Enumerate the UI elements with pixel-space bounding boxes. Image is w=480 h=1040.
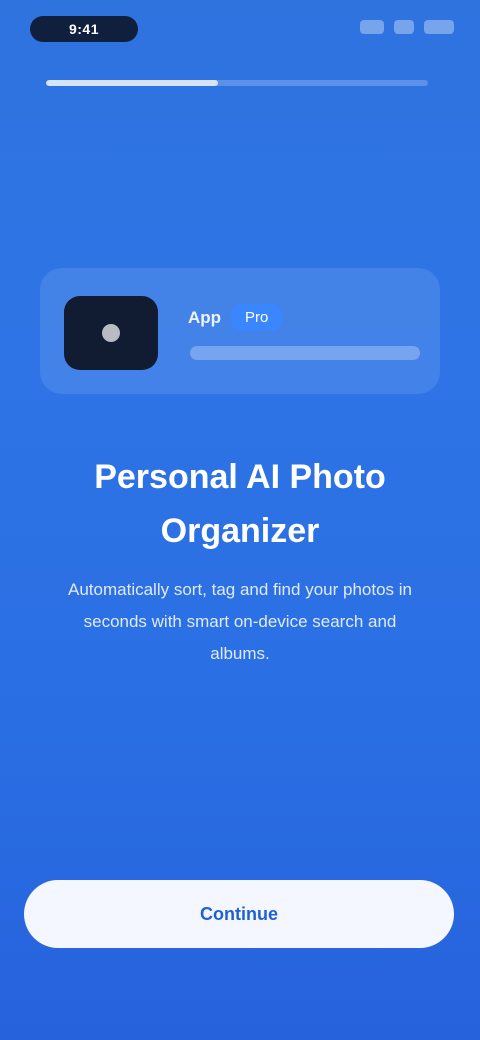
app-tag-badge: Pro <box>231 304 283 331</box>
app-card: App Pro <box>40 268 440 394</box>
onboarding-headline: Personal AI Photo Organizer <box>94 458 386 550</box>
onboarding-description: Automatically sort, tag and find your ph… <box>68 580 412 663</box>
battery-icon <box>424 20 454 34</box>
app-logo-icon <box>64 296 158 370</box>
continue-button[interactable]: Continue <box>24 880 454 948</box>
progress-fill <box>46 80 218 86</box>
onboarding-screen: 9:41 App Pro Personal AI Photo Organizer… <box>0 0 480 1040</box>
app-name: App <box>188 307 222 327</box>
status-icons <box>360 20 454 34</box>
app-name-row: App Pro <box>188 304 283 331</box>
wifi-icon <box>394 20 414 34</box>
app-logo-mark <box>102 324 120 342</box>
signal-icon <box>360 20 384 34</box>
onboarding-progress <box>46 80 428 86</box>
status-time: 9:41 <box>30 16 138 42</box>
app-subtitle <box>190 346 420 360</box>
status-bar: 9:41 <box>0 14 480 44</box>
